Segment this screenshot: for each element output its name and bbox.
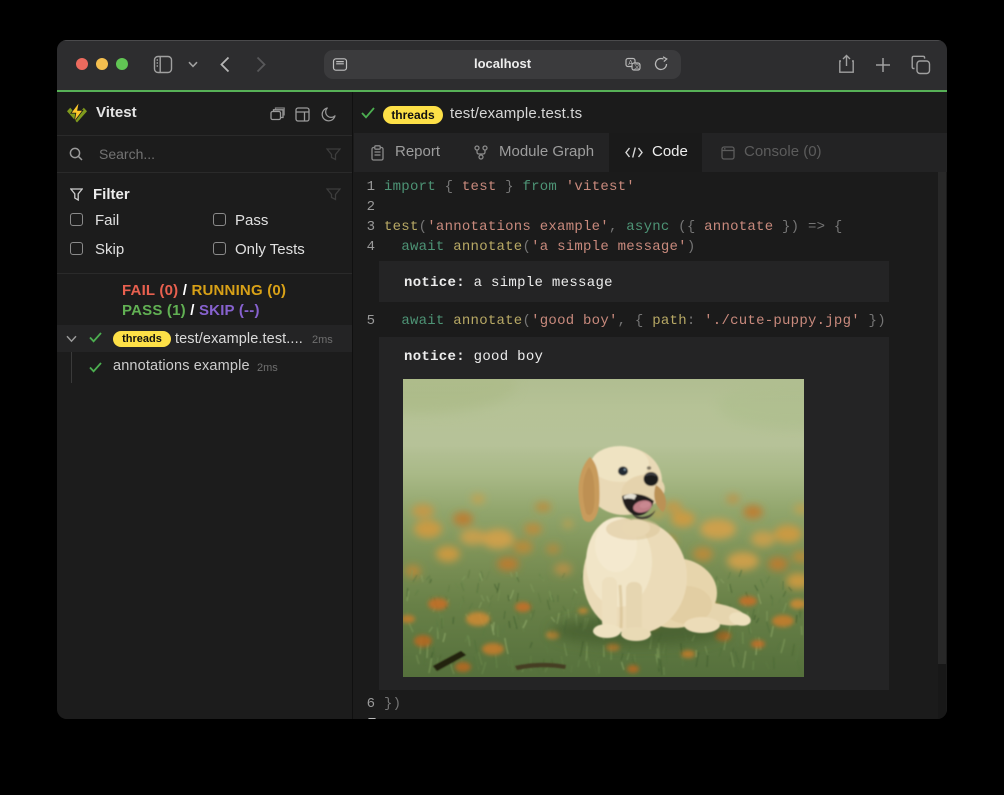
- svg-text:文: 文: [634, 63, 640, 71]
